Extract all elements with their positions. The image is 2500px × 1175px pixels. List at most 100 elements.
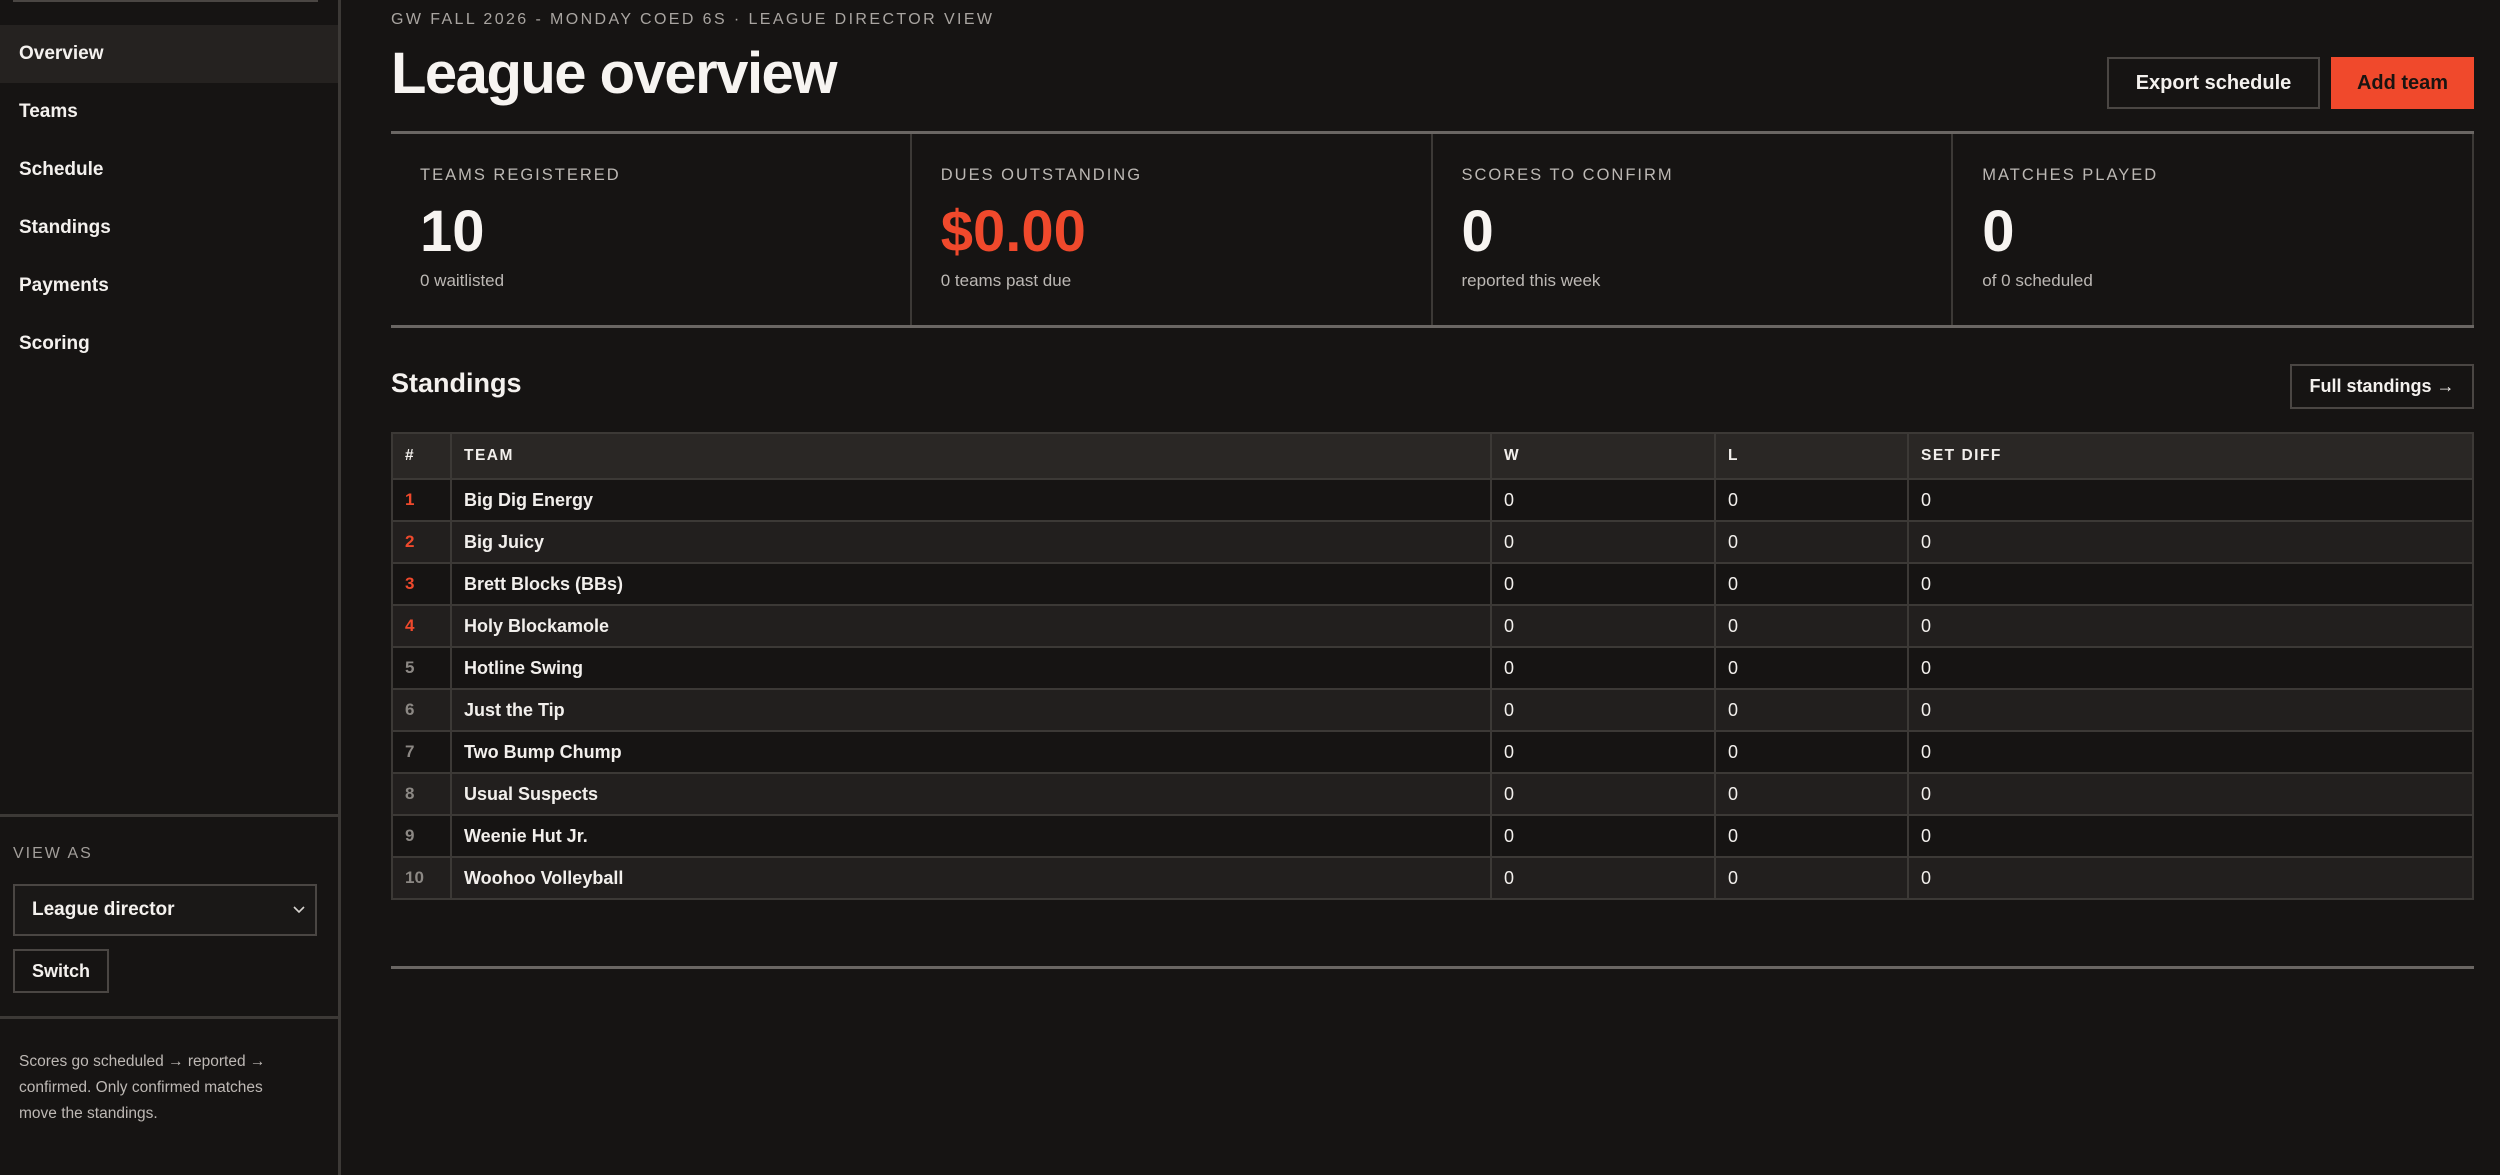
- column-header-losses: L: [1714, 432, 1909, 480]
- set-diff-cell: 0: [1907, 478, 2474, 522]
- losses-cell: 0: [1714, 478, 1909, 522]
- team-name-cell: Woohoo Volleyball: [450, 856, 1492, 900]
- table-row[interactable]: 3 Brett Blocks (BBs) 0 0 0: [391, 562, 2474, 606]
- losses-cell: 0: [1714, 562, 1909, 606]
- losses-cell: 0: [1714, 772, 1909, 816]
- set-diff-cell: 0: [1907, 562, 2474, 606]
- stat-value: 0: [1982, 199, 2015, 264]
- stat-value: 10: [420, 199, 485, 264]
- losses-cell: 0: [1714, 604, 1909, 648]
- set-diff-cell: 0: [1907, 856, 2474, 900]
- losses-cell: 0: [1714, 520, 1909, 564]
- rank-cell: 4: [391, 604, 452, 648]
- league-kicker: GW FALL 2026 - MONDAY COED 6S · LEAGUE D…: [391, 11, 995, 28]
- set-diff-cell: 0: [1907, 688, 2474, 732]
- stat-label: DUES OUTSTANDING: [940, 166, 1143, 184]
- full-standings-button[interactable]: Full standings →: [2290, 364, 2474, 409]
- sidebar-item-overview[interactable]: Overview: [0, 25, 338, 83]
- scoring-help-text: Scores go scheduled → reported → confirm…: [19, 1053, 266, 1122]
- team-name-cell: Hotline Swing: [450, 646, 1492, 690]
- add-team-button[interactable]: Add team: [2331, 57, 2474, 109]
- switch-button[interactable]: Switch: [13, 949, 109, 993]
- stat-sub: 0 teams past due: [940, 271, 1072, 290]
- team-name-cell: Big Juicy: [450, 520, 1492, 564]
- sidebar: Overview Teams Schedule Standings Paymen…: [0, 0, 341, 1175]
- stats-row: TEAMS REGISTERED 10 0 waitlisted DUES OU…: [391, 131, 2474, 328]
- stat-label: SCORES TO CONFIRM: [1461, 166, 1674, 184]
- table-row[interactable]: 9 Weenie Hut Jr. 0 0 0: [391, 814, 2474, 858]
- rank-cell: 9: [391, 814, 452, 858]
- table-row[interactable]: 10 Woohoo Volleyball 0 0 0: [391, 856, 2474, 900]
- sidebar-item-schedule[interactable]: Schedule: [0, 141, 338, 199]
- rank-cell: 1: [391, 478, 452, 522]
- rank-cell: 5: [391, 646, 452, 690]
- set-diff-cell: 0: [1907, 814, 2474, 858]
- rank-cell: 8: [391, 772, 452, 816]
- team-name-cell: Usual Suspects: [450, 772, 1492, 816]
- rank-cell: 10: [391, 856, 452, 900]
- stat-teams-registered: TEAMS REGISTERED 10 0 waitlisted: [391, 134, 910, 325]
- sidebar-item-standings[interactable]: Standings: [0, 199, 338, 257]
- column-header-rank: #: [391, 432, 452, 480]
- losses-cell: 0: [1714, 646, 1909, 690]
- standings-title: Standings: [391, 368, 522, 398]
- losses-cell: 0: [1714, 814, 1909, 858]
- set-diff-cell: 0: [1907, 730, 2474, 774]
- column-header-team: TEAM: [450, 432, 1492, 480]
- stat-sub: 0 waitlisted: [420, 271, 505, 290]
- table-row[interactable]: 7 Two Bump Chump 0 0 0: [391, 730, 2474, 774]
- stat-scores-to-confirm: SCORES TO CONFIRM 0 reported this week: [1430, 134, 1952, 325]
- stat-value: 0: [1461, 199, 1494, 264]
- wins-cell: 0: [1490, 562, 1716, 606]
- role-select-value: League director: [32, 899, 175, 920]
- table-row[interactable]: 5 Hotline Swing 0 0 0: [391, 646, 2474, 690]
- wins-cell: 0: [1490, 604, 1716, 648]
- table-header-row: # TEAM W L SET DIFF: [391, 432, 2474, 480]
- sidebar-item-payments[interactable]: Payments: [0, 257, 338, 315]
- stat-value: $0.00: [940, 199, 1086, 264]
- wins-cell: 0: [1490, 478, 1716, 522]
- page-title: League overview: [391, 41, 837, 106]
- rank-cell: 2: [391, 520, 452, 564]
- wins-cell: 0: [1490, 520, 1716, 564]
- role-select[interactable]: League director: [13, 884, 317, 936]
- sidebar-top-input[interactable]: [13, 0, 318, 2]
- stat-label: MATCHES PLAYED: [1982, 166, 2159, 184]
- view-as-section: VIEW AS League director Switch: [0, 814, 338, 1019]
- table-row[interactable]: 2 Big Juicy 0 0 0: [391, 520, 2474, 564]
- table-row[interactable]: 1 Big Dig Energy 0 0 0: [391, 478, 2474, 522]
- team-name-cell: Brett Blocks (BBs): [450, 562, 1492, 606]
- table-row[interactable]: 6 Just the Tip 0 0 0: [391, 688, 2474, 732]
- standings-table: # TEAM W L SET DIFF 1 Big Dig Energy 0 0…: [391, 432, 2474, 900]
- table-row[interactable]: 4 Holy Blockamole 0 0 0: [391, 604, 2474, 648]
- table-row[interactable]: 8 Usual Suspects 0 0 0: [391, 772, 2474, 816]
- set-diff-cell: 0: [1907, 646, 2474, 690]
- team-name-cell: Just the Tip: [450, 688, 1492, 732]
- losses-cell: 0: [1714, 856, 1909, 900]
- stat-matches-played: MATCHES PLAYED 0 of 0 scheduled: [1951, 134, 2474, 325]
- losses-cell: 0: [1714, 730, 1909, 774]
- wins-cell: 0: [1490, 730, 1716, 774]
- sidebar-item-scoring[interactable]: Scoring: [0, 315, 338, 373]
- stat-sub: reported this week: [1461, 271, 1601, 290]
- divider: [391, 966, 2474, 969]
- set-diff-cell: 0: [1907, 772, 2474, 816]
- wins-cell: 0: [1490, 772, 1716, 816]
- team-name-cell: Weenie Hut Jr.: [450, 814, 1492, 858]
- wins-cell: 0: [1490, 646, 1716, 690]
- stat-dues-outstanding: DUES OUTSTANDING $0.00 0 teams past due: [909, 134, 1431, 325]
- column-header-wins: W: [1490, 432, 1716, 480]
- stat-sub: of 0 scheduled: [1982, 271, 2093, 290]
- losses-cell: 0: [1714, 688, 1909, 732]
- sidebar-item-teams[interactable]: Teams: [0, 83, 338, 141]
- team-name-cell: Two Bump Chump: [450, 730, 1492, 774]
- set-diff-cell: 0: [1907, 604, 2474, 648]
- set-diff-cell: 0: [1907, 520, 2474, 564]
- stat-label: TEAMS REGISTERED: [420, 166, 621, 184]
- chevron-down-icon: [291, 886, 307, 954]
- view-as-label: VIEW AS: [13, 845, 93, 862]
- rank-cell: 3: [391, 562, 452, 606]
- column-header-set-diff: SET DIFF: [1907, 432, 2474, 480]
- rank-cell: 7: [391, 730, 452, 774]
- export-schedule-button[interactable]: Export schedule: [2107, 57, 2320, 109]
